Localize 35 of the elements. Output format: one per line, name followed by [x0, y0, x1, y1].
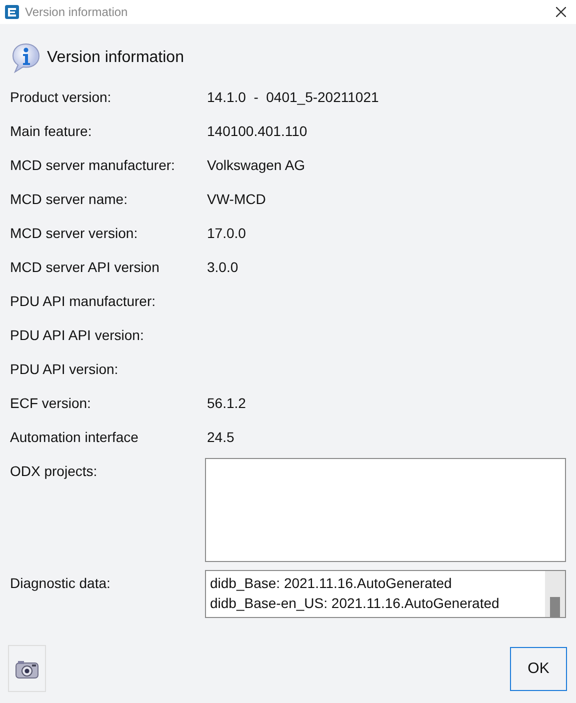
field-label: Automation interface: [10, 429, 140, 445]
scrollbar[interactable]: [545, 571, 565, 617]
odx-projects-list[interactable]: [205, 458, 566, 562]
field-value: Volkswagen AG: [207, 157, 306, 173]
field-label: MCD server manufacturer:: [10, 157, 176, 173]
field-label: PDU API version:: [10, 361, 120, 377]
field-label: PDU API API version:: [10, 327, 145, 343]
snapshot-button[interactable]: [8, 645, 46, 692]
diagnostic-data-list[interactable]: didb_Base: 2021.11.16.AutoGenerated didb_Base-en_US: 2021.11.16.AutoGenerated: [205, 570, 566, 618]
close-icon[interactable]: [556, 7, 566, 17]
field-value: 56.1.2: [207, 395, 246, 411]
ok-button[interactable]: OK: [510, 646, 567, 690]
window-title: Version information: [25, 5, 128, 19]
field-label: MCD server version:: [10, 225, 139, 241]
field-label: Product version:: [10, 89, 112, 105]
field-value: 3.0.0: [207, 259, 238, 275]
field-label: MCD server API version: [10, 259, 160, 275]
field-label: Diagnostic data:: [10, 575, 112, 591]
app-icon: [5, 5, 19, 19]
list-item[interactable]: didb_Base-en_US: 2021.11.16.AutoGenerated: [210, 593, 545, 613]
field-label: MCD server name:: [10, 191, 128, 207]
camera-icon: [15, 658, 39, 678]
field-label: PDU API manufacturer:: [10, 293, 157, 309]
field-label: ECF version:: [10, 395, 92, 411]
info-icon: [10, 42, 42, 74]
field-value: 24.5: [207, 429, 234, 445]
field-label: ODX projects:: [10, 463, 98, 479]
field-value: VW-MCD: [207, 191, 266, 207]
dialog-heading: Version information: [47, 49, 184, 67]
list-item[interactable]: didb_Base: 2021.11.16.AutoGenerated: [210, 573, 545, 593]
field-label: Main feature:: [10, 123, 93, 139]
field-value: 14.1.0 - 0401_5-20211021: [207, 89, 379, 105]
scrollbar-thumb[interactable]: [550, 597, 560, 617]
field-value: 17.0.0: [207, 225, 246, 241]
field-value: 140100.401.110: [207, 123, 308, 139]
